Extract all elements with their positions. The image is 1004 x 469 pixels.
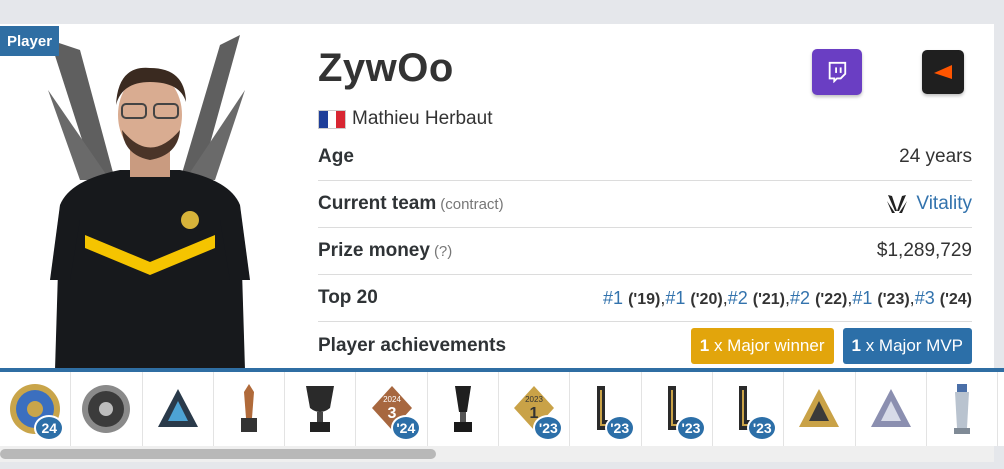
age-row: Age 24 years [318, 134, 972, 181]
silver-blast-trophy-icon [870, 389, 911, 427]
faceit-button[interactable] [922, 50, 964, 94]
player-real-name-row: Mathieu Herbaut [318, 108, 492, 130]
contract-link[interactable]: (contract) [440, 196, 503, 213]
top20-year: ('20) [690, 290, 723, 308]
trophy-item[interactable]: 24 [0, 372, 72, 446]
trophy-year-badge: 24 [34, 415, 65, 441]
trophy-item[interactable] [71, 372, 143, 446]
vitality-logo-icon [887, 195, 908, 213]
prize-value: $1,289,729 [876, 240, 972, 261]
achievements-row: Player achievements 1 x Major winner 1 x … [318, 322, 972, 369]
major-winner-badge[interactable]: 1 x Major winner [690, 327, 834, 364]
trophy-item[interactable]: '23 [642, 372, 713, 446]
age-label: Age [318, 146, 354, 167]
prize-help-link[interactable]: (?) [434, 243, 452, 260]
trophy-year-badge: '23 [675, 415, 706, 441]
team-link[interactable]: Vitality [886, 193, 972, 215]
team-row: Current team (contract) Vitality [318, 181, 972, 228]
trophy-item[interactable]: '23 [713, 372, 785, 446]
prize-label: Prize money [318, 240, 430, 261]
top20-year: ('23) [877, 290, 910, 308]
trophy-item[interactable]: '23 [570, 372, 642, 446]
silver-coin-trophy-icon [82, 385, 131, 433]
trophy-year-badge: '23 [604, 415, 635, 441]
top20-row: Top 20 #1 ('19),#1 ('20),#2 ('21),#2 ('2… [318, 275, 972, 322]
trophy-year-badge: '24 [390, 415, 421, 441]
trophy-year-badge: '23 [533, 415, 564, 441]
scrollbar-thumb[interactable] [0, 449, 436, 459]
player-profile-page: Player ZywOo Mathieu Herbaut Age 24 year… [0, 0, 1004, 469]
major-mvp-badge[interactable]: 1 x Major MVP [842, 327, 972, 364]
top20-rank-link[interactable]: #3 [915, 288, 935, 308]
twitch-icon [828, 61, 847, 83]
gold-blast-trophy-icon [799, 389, 840, 427]
top20-rank-link[interactable]: #2 [728, 288, 748, 308]
top20-rank-link[interactable]: #1 [603, 288, 623, 308]
top20-list: #1 ('19),#1 ('20),#2 ('21),#2 ('22),#1 (… [603, 287, 972, 308]
horizontal-scrollbar[interactable] [0, 446, 994, 462]
prize-row: Prize money (?) $1,289,729 [318, 228, 972, 275]
trophy-bar: 24 2024 3 '24 2023 1 '23 '23 '23 '23 [0, 368, 1004, 446]
trophy-item[interactable] [856, 372, 927, 446]
bronze-figure-trophy-icon [241, 384, 258, 432]
blast-logo-trophy-icon [157, 389, 198, 427]
dark-chalice-trophy-icon [453, 386, 472, 432]
top20-rank-link[interactable]: #1 [852, 288, 872, 308]
top20-label: Top 20 [318, 287, 378, 308]
age-value: 24 years [899, 146, 972, 167]
trophy-year-badge: '23 [747, 415, 778, 441]
top20-year: ('21) [752, 290, 786, 308]
top20-year: ('19) [628, 290, 661, 308]
top20-year: ('24) [939, 290, 972, 308]
dark-cup-trophy-icon [306, 386, 335, 432]
twitch-button[interactable] [812, 49, 862, 95]
trophy-item[interactable] [214, 372, 286, 446]
top20-rank-link[interactable]: #1 [665, 288, 685, 308]
faceit-icon [934, 65, 952, 79]
player-real-name: Mathieu Herbaut [352, 108, 493, 129]
player-nickname: ZywOo [318, 46, 454, 90]
achievements-label: Player achievements [318, 334, 507, 356]
trophy-item[interactable] [143, 372, 214, 446]
player-tag: Player [0, 26, 60, 56]
player-info-table: Age 24 years Current team (contract) Vita… [318, 134, 972, 369]
team-label: Current team [318, 193, 437, 214]
trophy-item[interactable] [428, 372, 500, 446]
trophy-item[interactable] [285, 372, 357, 446]
top20-rank-link[interactable]: #2 [790, 288, 810, 308]
player-photo [48, 35, 250, 370]
trophy-item[interactable]: 2024 3 '24 [356, 372, 428, 446]
team-name: Vitality [916, 193, 972, 214]
trophy-item[interactable]: 2023 1 '23 [499, 372, 571, 446]
trophy-item[interactable] [784, 372, 856, 446]
svg-text:2024: 2024 [383, 395, 401, 404]
silver-bottle-trophy-icon [954, 384, 970, 434]
svg-text:2023: 2023 [525, 395, 543, 404]
top20-year: ('22) [815, 290, 848, 308]
france-flag-icon [318, 109, 346, 129]
trophy-item[interactable] [927, 372, 999, 446]
